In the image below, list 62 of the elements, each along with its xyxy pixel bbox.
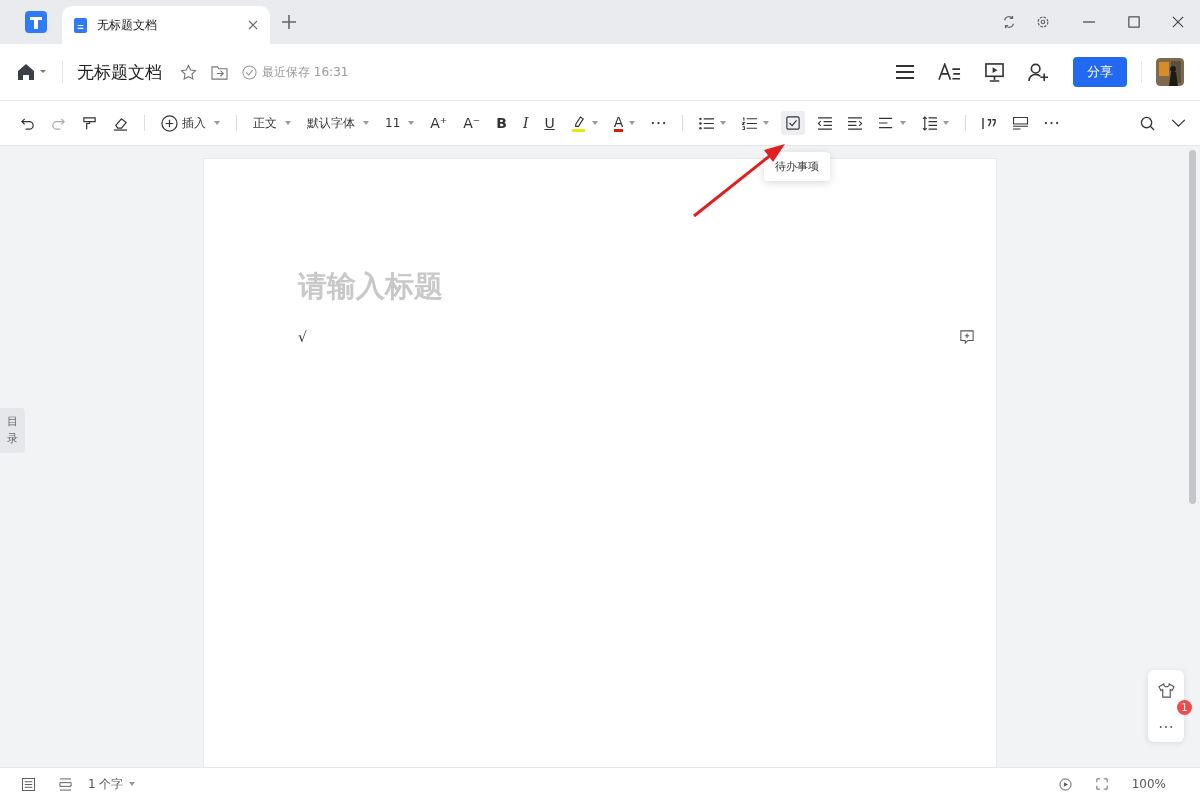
shirt-icon[interactable]: [1157, 683, 1175, 699]
more-icon[interactable]: [651, 121, 667, 125]
highlight-icon[interactable]: [570, 114, 586, 132]
numbered-list-icon[interactable]: [742, 116, 758, 130]
scrollbar[interactable]: [1189, 150, 1196, 504]
eraser-icon[interactable]: [113, 115, 128, 131]
chevron-down-icon[interactable]: [1171, 118, 1186, 128]
page-layout-icon[interactable]: [59, 777, 72, 791]
outline-icon[interactable]: [22, 777, 35, 791]
font-size-step-button[interactable]: A⁺: [430, 115, 448, 131]
add-user-icon[interactable]: [1028, 62, 1049, 82]
document-title[interactable]: 无标题文档: [77, 60, 162, 84]
app-logo-icon[interactable]: [24, 10, 48, 34]
maximize-icon[interactable]: [1128, 16, 1140, 28]
search-icon[interactable]: [1140, 115, 1155, 131]
font-dropdown[interactable]: 默认字体: [307, 114, 369, 132]
bulleted-list-icon[interactable]: [699, 116, 715, 130]
zoom-level[interactable]: 100%: [1131, 777, 1166, 791]
outline-tab[interactable]: 目录: [0, 408, 25, 453]
checklist-button[interactable]: [781, 111, 806, 135]
more-icon[interactable]: [1159, 724, 1173, 729]
word-count-dropdown[interactable]: 1 个字: [88, 775, 136, 793]
indent-icon[interactable]: [848, 116, 864, 130]
align-left-icon[interactable]: [879, 117, 895, 129]
document-icon: [74, 17, 87, 33]
notification-badge: 1: [1177, 700, 1192, 715]
text-format-button[interactable]: U: [544, 115, 555, 131]
more-icon[interactable]: [1044, 121, 1060, 125]
font-size-step-button[interactable]: A⁻: [463, 115, 481, 131]
document-tab[interactable]: 无标题文档: [62, 6, 270, 44]
format-painter-icon[interactable]: [82, 115, 97, 131]
line-spacing-icon[interactable]: [922, 115, 938, 131]
outdent-icon[interactable]: [817, 116, 833, 130]
insert-dropdown[interactable]: 插入: [161, 114, 220, 132]
share-button[interactable]: 分享: [1073, 57, 1127, 87]
paragraph-style-dropdown[interactable]: 正文: [253, 114, 291, 132]
font-color-button[interactable]: A: [613, 114, 624, 132]
fullscreen-icon[interactable]: [1095, 778, 1108, 790]
play-icon[interactable]: [1058, 777, 1072, 791]
star-icon[interactable]: [180, 63, 197, 81]
close-icon[interactable]: [248, 20, 258, 30]
body-text: √: [298, 329, 307, 345]
add-comment-icon[interactable]: [960, 330, 974, 344]
presentation-icon[interactable]: [985, 62, 1004, 82]
plus-circle-icon: [161, 114, 178, 132]
text-block-icon[interactable]: [1013, 116, 1029, 130]
quote-icon[interactable]: [982, 116, 998, 130]
menu-icon[interactable]: [896, 65, 914, 79]
font-size-dropdown[interactable]: 11: [385, 116, 415, 130]
settings-icon[interactable]: [1036, 15, 1050, 29]
tooltip: 待办事项: [764, 152, 830, 181]
text-format-button[interactable]: I: [522, 115, 529, 131]
new-tab-icon[interactable]: [282, 15, 296, 29]
text-style-icon[interactable]: [938, 63, 961, 81]
save-status: 最近保存 16:31: [242, 63, 349, 81]
move-to-folder-icon[interactable]: [211, 64, 228, 80]
check-circle-icon: [242, 64, 257, 80]
close-icon[interactable]: [1172, 16, 1184, 28]
sync-icon[interactable]: [1002, 15, 1016, 29]
text-format-button[interactable]: B: [496, 115, 507, 131]
checkbox-icon: [786, 116, 801, 130]
home-icon[interactable]: [16, 63, 48, 81]
